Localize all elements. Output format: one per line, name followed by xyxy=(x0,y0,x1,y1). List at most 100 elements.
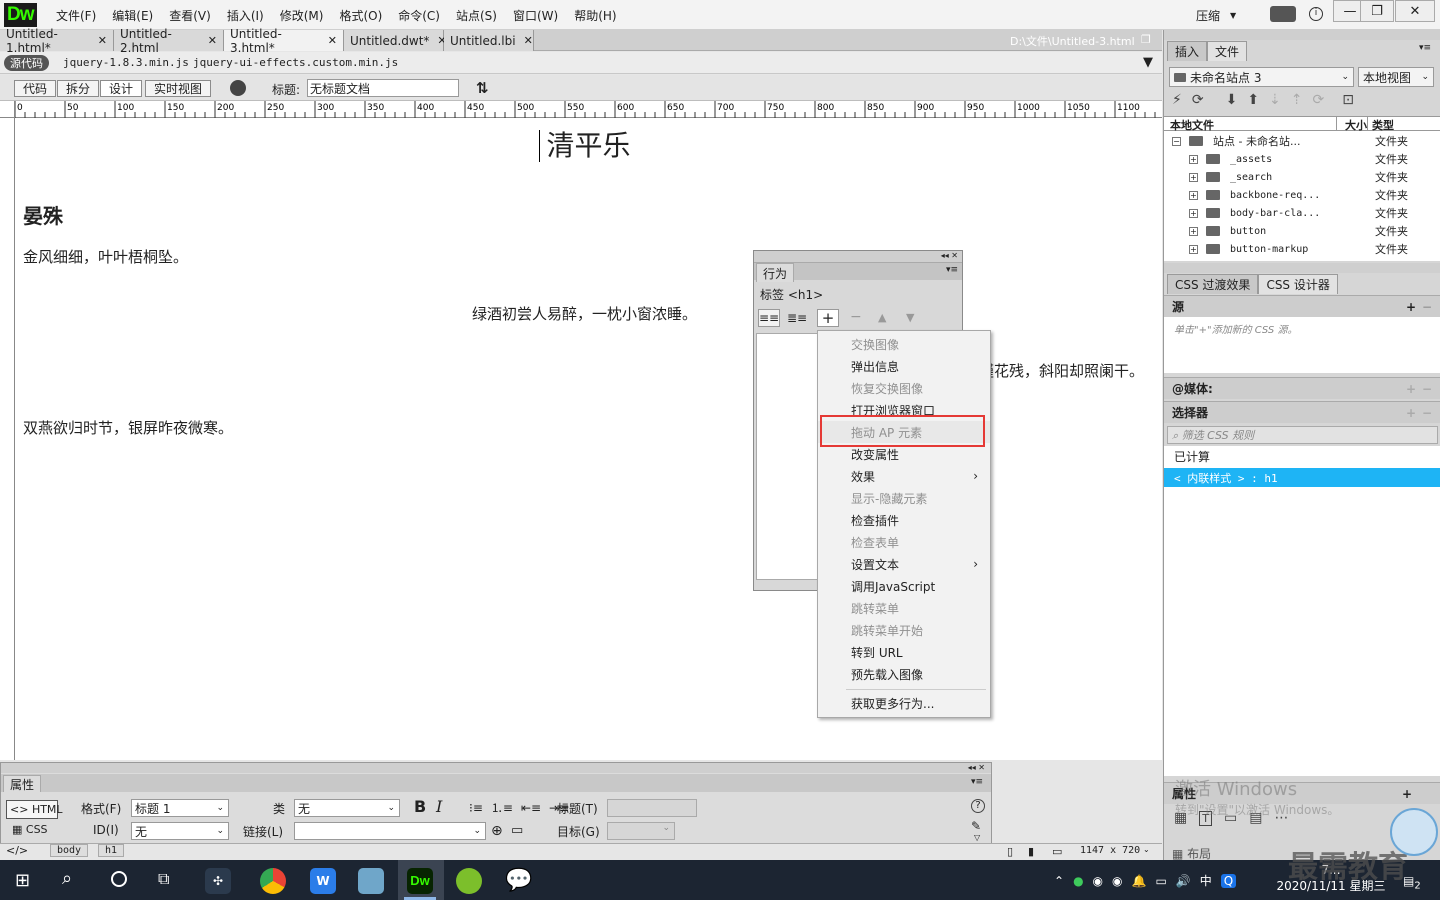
globe-icon[interactable] xyxy=(230,80,246,96)
panel-menu-icon[interactable]: ▾≡ xyxy=(971,777,983,787)
target-select[interactable]: ⌄ xyxy=(607,822,675,840)
remove-selector-icon[interactable]: − xyxy=(1422,406,1432,420)
menu-set-text[interactable]: 设置文本 › xyxy=(818,553,990,575)
ime-indicator[interactable]: 中 xyxy=(1200,872,1212,889)
menu-file[interactable]: 文件(F) xyxy=(48,7,104,24)
expand-icon[interactable]: + xyxy=(1189,172,1198,182)
browse-folder-icon[interactable]: ▭ xyxy=(511,823,523,838)
add-property-icon[interactable]: + xyxy=(1402,787,1412,801)
menu-window[interactable]: 窗口(W) xyxy=(505,7,566,24)
ordered-list-icon[interactable]: ⒈≡ xyxy=(491,799,513,816)
menu-preload-images[interactable]: 预先载入图像 xyxy=(818,663,990,685)
file-row[interactable]: + button-markup 文件夹 xyxy=(1164,240,1434,258)
menu-jump-menu-go[interactable]: 跳转菜单开始 xyxy=(818,619,990,641)
file-row[interactable]: + button 文件夹 xyxy=(1164,222,1434,240)
italic-button[interactable]: I xyxy=(436,797,442,816)
dreamweaver-icon[interactable]: Dw xyxy=(407,868,433,894)
collapse-icon[interactable]: − xyxy=(1172,136,1181,146)
tab-css-designer[interactable]: CSS 设计器 xyxy=(1258,274,1338,294)
tag-selector-h1[interactable]: h1 xyxy=(98,844,125,857)
tab-untitled-dwt[interactable]: Untitled.dwt* ✕ xyxy=(344,30,447,51)
inline-style-rule[interactable]: < 内联样式 > : h1 xyxy=(1164,468,1440,487)
help-icon[interactable]: ? xyxy=(971,799,985,813)
outdent-icon[interactable]: ⇤≡ xyxy=(521,801,541,815)
class-select[interactable]: 无 ⌄ xyxy=(294,799,400,817)
menu-site[interactable]: 站点(S) xyxy=(448,7,505,24)
tag-selector-body[interactable]: body xyxy=(50,844,89,857)
info-icon[interactable]: i xyxy=(1309,7,1323,21)
check-out-icon[interactable]: ⇣ xyxy=(1269,92,1281,108)
related-file-jquery-ui[interactable]: jquery-ui-effects.custom.min.js xyxy=(193,56,398,69)
menu-modify[interactable]: 修改(M) xyxy=(272,7,332,24)
tab-untitled-1[interactable]: Untitled-1.html* ✕ xyxy=(0,27,114,55)
menu-swap-image-restore[interactable]: 恢复交换图像 xyxy=(818,377,990,399)
menu-commands[interactable]: 命令(C) xyxy=(390,7,448,24)
expand-icon[interactable]: + xyxy=(1189,154,1198,164)
volume-icon[interactable]: 🔊 xyxy=(1176,874,1191,888)
menu-show-hide-elements[interactable]: 显示-隐藏元素 xyxy=(818,487,990,509)
add-behavior-icon[interactable]: + xyxy=(817,309,839,327)
desktop-size-icon[interactable]: ▭ xyxy=(1052,845,1062,858)
filter-icon[interactable]: ▼ xyxy=(1143,55,1153,70)
tab-untitled-2[interactable]: Untitled-2.html ✕ xyxy=(114,27,224,55)
mobile-size-icon[interactable]: ▯ xyxy=(1007,845,1013,858)
menu-popup-message[interactable]: 弹出信息 xyxy=(818,355,990,377)
poem-line-2[interactable]: 绿酒初尝人易醉，一枕小窗浓睡。 xyxy=(472,303,697,324)
wps-icon[interactable]: W xyxy=(310,868,336,894)
watermelon-app-icon[interactable] xyxy=(456,868,482,894)
tab-untitled-lbi[interactable]: Untitled.lbi ✕ xyxy=(444,30,534,51)
tab-behaviors[interactable]: 行为 xyxy=(756,263,795,282)
assistant-avatar[interactable] xyxy=(1390,808,1438,856)
task-view-icon[interactable]: ⧉ xyxy=(158,869,169,889)
expand-icon[interactable]: + xyxy=(1189,190,1198,200)
wechat-icon[interactable]: 💬 xyxy=(505,868,532,894)
get-files-icon[interactable]: ⬇ xyxy=(1226,92,1238,108)
windows-start-icon[interactable]: ⊞ xyxy=(15,870,30,891)
html-mode-button[interactable]: <> HTML xyxy=(6,800,63,819)
chevron-down-icon[interactable]: ⌄ xyxy=(1143,845,1150,854)
chrome-icon[interactable] xyxy=(260,868,286,894)
close-icon[interactable]: ✕ xyxy=(328,34,337,47)
search-icon[interactable]: ⌕ xyxy=(62,868,72,889)
css-source-list[interactable]: 单击"+"添加新的 CSS 源。 xyxy=(1164,317,1440,373)
notification-bell-icon[interactable]: 🔔 xyxy=(1132,874,1147,888)
menu-edit[interactable]: 编辑(E) xyxy=(104,7,161,24)
poem-line-3[interactable]: 槿花残，斜阳却照阑干。 xyxy=(979,360,1144,381)
site-root-row[interactable]: − 站点 - 未命名站... 文件夹 xyxy=(1164,132,1434,150)
files-panel-drag-bar[interactable] xyxy=(1164,30,1440,40)
tab-properties[interactable]: 属性 xyxy=(3,775,42,792)
cortana-icon[interactable] xyxy=(111,871,127,887)
filter-css-rules-input[interactable]: ⌕ 筛选 CSS 规则 xyxy=(1167,426,1438,444)
pinwheel-app-icon[interactable]: ✣ xyxy=(205,868,231,894)
remove-media-icon[interactable]: − xyxy=(1422,382,1432,396)
css-mode-button[interactable]: ▦ CSS xyxy=(12,823,48,836)
menu-format[interactable]: 格式(O) xyxy=(331,7,390,24)
expand-icon[interactable]: + xyxy=(1189,226,1198,236)
format-select[interactable]: 标题 1 ⌄ xyxy=(131,799,229,817)
expand-icon[interactable]: + xyxy=(1189,208,1198,218)
quick-tag-editor-icon[interactable]: ✎ xyxy=(971,819,981,833)
sync-icon[interactable]: ⟳ xyxy=(1313,92,1325,108)
panel-drag-bar[interactable]: ◂◂ ✕ xyxy=(754,251,962,262)
collapse-inspector-icon[interactable]: ▽ xyxy=(974,833,980,842)
poem-line-4[interactable]: 双燕欲归时节，银屏昨夜微寒。 xyxy=(23,417,233,438)
menu-call-javascript[interactable]: 调用JavaScript xyxy=(818,575,990,597)
menu-go-to-url[interactable]: 转到 URL xyxy=(818,641,990,663)
restore-button[interactable]: ❐ xyxy=(1360,0,1394,22)
heading-h1[interactable]: 清平乐 xyxy=(15,124,1162,164)
bold-button[interactable]: B xyxy=(414,797,426,816)
menu-effects[interactable]: 效果 › xyxy=(818,465,990,487)
site-select[interactable]: 未命名站点 3 ⌄ xyxy=(1169,67,1354,87)
live-view-button[interactable]: 实时视图 xyxy=(145,80,212,97)
file-management-icon[interactable]: ⇅ xyxy=(476,79,489,97)
code-tag-icon[interactable]: </> xyxy=(6,844,28,857)
add-source-icon[interactable]: + xyxy=(1406,300,1416,314)
file-row[interactable]: + body-bar-cla... 文件夹 xyxy=(1164,204,1434,222)
heading-h2[interactable]: 晏殊 xyxy=(23,200,63,229)
notepad-app-icon[interactable] xyxy=(358,868,384,894)
computed-item[interactable]: 已计算 xyxy=(1174,448,1210,465)
code-view-button[interactable]: 代码 xyxy=(14,80,57,97)
panel-menu-icon[interactable]: ▾≡ xyxy=(946,265,958,275)
connect-icon[interactable]: ⚡ xyxy=(1172,92,1182,108)
refresh-icon[interactable]: ⟳ xyxy=(1192,92,1204,108)
